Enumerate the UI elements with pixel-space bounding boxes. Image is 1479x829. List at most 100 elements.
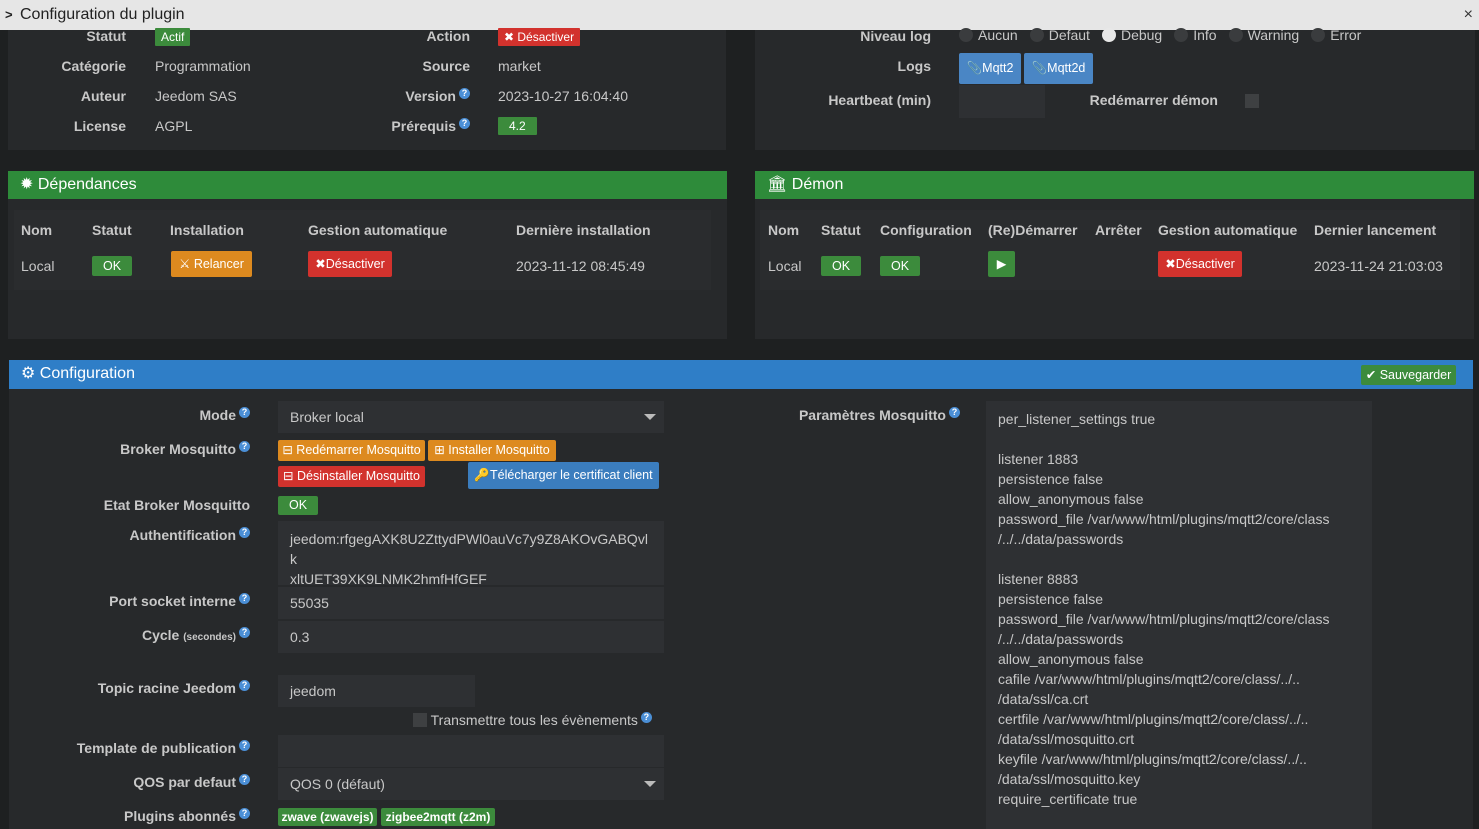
cycle-input[interactable]: 0.3 — [278, 621, 664, 653]
plus-square-icon: ⊞ — [434, 443, 449, 457]
dep-derniere-value: 2023-11-12 08:45:49 — [516, 258, 645, 274]
help-icon[interactable]: ? — [640, 712, 652, 723]
authentification-textarea[interactable]: jeedom:rfgegAXK8U2ZttydPWl0auVc7y9Z8AKOv… — [278, 521, 664, 587]
close-icon: ✖ — [504, 30, 518, 44]
installer-mosquitto-button[interactable]: ⊞ Installer Mosquitto — [428, 440, 556, 461]
action-desactiver-button[interactable]: ✖ Désactiver — [498, 28, 581, 46]
cogs-icon: ⚙ — [21, 365, 40, 382]
parametres-mosquitto-label: Paramètres Mosquitto — [798, 407, 946, 423]
port-socket-input[interactable]: 55035 — [278, 587, 664, 619]
parametres-mosquitto-textarea[interactable]: per_listener_settings true listener 1883… — [986, 401, 1372, 829]
etat-broker-label: Etat Broker Mosquitto — [103, 497, 250, 513]
radio-icon — [959, 28, 973, 42]
broker-mosquitto-label: Broker Mosquitto — [120, 441, 236, 457]
heartbeat-input[interactable] — [959, 85, 1045, 118]
action-desactiver-label: Désactiver — [517, 30, 575, 44]
demon-start-button[interactable]: ▶ — [988, 251, 1015, 277]
statut-badge: Actif — [155, 28, 191, 46]
demon-header-configuration: Configuration — [880, 222, 972, 238]
log-level-defaut[interactable]: Defaut — [1029, 27, 1090, 43]
demon-header: 🏛 Démon — [755, 171, 1474, 199]
help-icon[interactable]: ? — [239, 808, 250, 819]
version-label: Version — [405, 88, 456, 104]
qos-label: QOS par defaut — [133, 774, 236, 790]
chevron-down-icon — [644, 414, 656, 420]
log-mqtt2-button[interactable]: 📎Mqtt2 — [959, 53, 1021, 84]
help-icon[interactable]: ? — [239, 441, 250, 452]
bank-icon: 🏛 — [767, 176, 792, 193]
help-icon[interactable]: ? — [239, 680, 250, 691]
window-titlebar: > Configuration du plugin × — [0, 0, 1479, 30]
license-value: AGPL — [155, 118, 193, 134]
topic-racine-input[interactable]: jeedom — [278, 675, 475, 707]
gear-icon: ✹ — [20, 176, 38, 193]
configuration-header: ⚙ Configuration — [9, 360, 1473, 389]
help-icon[interactable]: ? — [239, 527, 250, 538]
telecharger-certificat-button[interactable]: 🔑Télécharger le certificat client — [468, 462, 659, 489]
help-icon[interactable]: ? — [239, 627, 250, 638]
sauvegarder-button[interactable]: ✔ Sauvegarder — [1361, 365, 1456, 385]
log-level-debug[interactable]: Debug — [1101, 27, 1162, 43]
dependances-header: ✹ Dépendances — [8, 171, 727, 199]
demon-dernier-value: 2023-11-24 21:03:03 — [1314, 258, 1443, 274]
help-icon[interactable]: ? — [239, 407, 250, 418]
demon-nom-value: Local — [768, 258, 802, 274]
transmettre-label: Transmettre tous les évènements — [430, 712, 638, 728]
dep-header-statut: Statut — [92, 222, 132, 238]
cycle-label: Cycle — [141, 627, 180, 643]
dep-nom-value: Local — [21, 258, 55, 274]
transmettre-evenements[interactable]: Transmettre tous les évènements? — [413, 712, 652, 728]
demon-header-redemarrer: (Re)Démarrer — [988, 222, 1078, 238]
chevron-down-icon — [644, 781, 656, 787]
mode-label: Mode — [199, 407, 236, 423]
help-icon[interactable]: ? — [949, 407, 960, 418]
plugin-tag-zigbee2mqtt: zigbee2mqtt (z2m) — [381, 808, 495, 826]
plugin-tag-zwave: zwave (zwavejs) — [278, 808, 377, 826]
close-icon: ✖ — [315, 257, 326, 271]
action-label: Action — [426, 28, 470, 44]
niveau-log-label: Niveau log — [860, 28, 931, 44]
radio-selected-icon — [1101, 28, 1116, 42]
source-value: market — [498, 58, 541, 74]
desinstaller-mosquitto-button[interactable]: ⊟ Désinstaller Mosquitto — [278, 466, 425, 487]
mode-select[interactable]: Broker local — [278, 401, 664, 433]
help-icon[interactable]: ? — [459, 118, 470, 129]
play-icon: ▶ — [996, 257, 1007, 271]
qos-select-value: QOS 0 (défaut) — [290, 776, 385, 792]
redemarrer-demon-label: Redémarrer démon — [1089, 92, 1218, 108]
help-icon[interactable]: ? — [239, 593, 250, 604]
redemarrer-demon-checkbox[interactable] — [1245, 94, 1259, 108]
log-mqtt2d-button[interactable]: 📎Mqtt2d — [1024, 53, 1093, 84]
license-label: License — [73, 118, 126, 134]
close-icon[interactable]: × — [1464, 0, 1473, 30]
chevron-right-icon[interactable]: > — [5, 0, 13, 30]
minus-square-icon: ⊟ — [283, 469, 297, 483]
check-circle-icon: ✔ — [1365, 368, 1380, 382]
demon-statut-badge: OK — [821, 256, 861, 276]
transmettre-checkbox[interactable] — [413, 713, 427, 727]
dep-header-derniere: Dernière installation — [516, 222, 651, 238]
qos-select[interactable]: QOS 0 (défaut) — [278, 768, 664, 800]
dep-desactiver-button[interactable]: ✖Désactiver — [308, 251, 392, 277]
log-level-info[interactable]: Info — [1174, 27, 1217, 43]
key-icon: 🔑 — [474, 468, 490, 482]
topic-racine-label: Topic racine Jeedom — [97, 680, 236, 696]
dep-header-gestion: Gestion automatique — [308, 222, 448, 238]
demon-desactiver-button[interactable]: ✖Désactiver — [1158, 251, 1242, 277]
log-level-error[interactable]: Error — [1311, 27, 1361, 43]
help-icon[interactable]: ? — [459, 88, 470, 99]
log-level-aucun[interactable]: Aucun — [959, 27, 1018, 43]
cycle-unit: (secondes) — [183, 632, 236, 643]
redemarrer-mosquitto-button[interactable]: ⊟ Redémarrer Mosquitto — [278, 440, 425, 461]
log-level-warning[interactable]: Warning — [1228, 27, 1299, 43]
logs-label: Logs — [897, 58, 931, 74]
template-publication-input[interactable] — [278, 735, 664, 767]
dep-relancer-button[interactable]: ⚔ Relancer — [171, 251, 252, 277]
help-icon[interactable]: ? — [239, 740, 250, 751]
log-level-radio-group: Aucun Defaut Debug Info Warning Error — [959, 27, 1361, 43]
demon-header-gestion: Gestion automatique — [1158, 222, 1298, 238]
close-icon: ✖ — [1165, 257, 1176, 271]
heartbeat-label: Heartbeat (min) — [828, 92, 931, 108]
demon-configuration-badge: OK — [880, 256, 920, 276]
help-icon[interactable]: ? — [239, 774, 250, 785]
